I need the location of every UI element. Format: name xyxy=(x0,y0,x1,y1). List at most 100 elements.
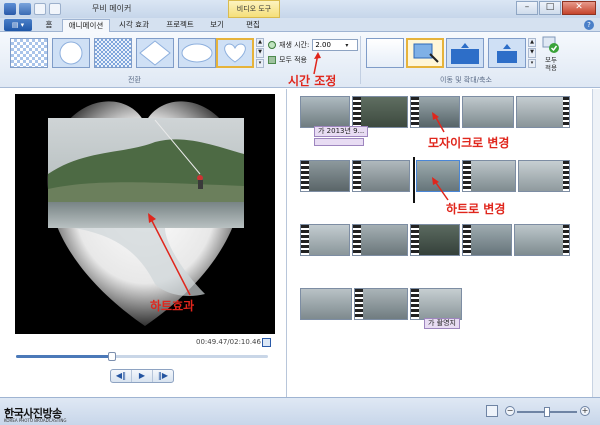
video-tools-context-tab: 비디오 도구 xyxy=(228,0,280,18)
storyboard-clip[interactable] xyxy=(514,224,570,256)
heart-shape-icon xyxy=(218,40,252,66)
minimize-button[interactable]: – xyxy=(516,1,538,15)
tab-view[interactable]: 보기 xyxy=(204,19,230,32)
film-sprocket xyxy=(353,97,361,127)
zoom-out-button[interactable]: − xyxy=(505,406,515,416)
close-button[interactable]: ✕ xyxy=(562,1,596,15)
window-controls: – □ ✕ xyxy=(516,1,596,15)
apply-all-icon xyxy=(268,56,276,64)
chevron-down-icon[interactable]: ▾ xyxy=(345,42,348,49)
storyboard-clip[interactable] xyxy=(352,160,410,192)
film-sprocket xyxy=(563,161,569,191)
transition-mosaic[interactable] xyxy=(94,38,132,68)
tab-project[interactable]: 프로젝트 xyxy=(158,19,202,32)
preview-pane: 하트효과 00:49.47/02:10.46 ◀‖ ▶ ‖▶ xyxy=(0,89,287,397)
clock-icon xyxy=(268,41,276,49)
film-sprocket xyxy=(301,161,309,191)
pan-zoom-none[interactable] xyxy=(366,38,404,68)
seek-bar-handle[interactable] xyxy=(107,352,116,361)
transition-checker[interactable] xyxy=(10,38,48,68)
film-sprocket xyxy=(411,97,419,127)
previous-frame-icon[interactable]: ◀‖ xyxy=(111,370,132,382)
circle-shape-icon xyxy=(53,39,89,67)
storyboard-clip[interactable] xyxy=(462,160,516,192)
dropdown-icon[interactable] xyxy=(64,3,72,15)
window-title: 무비 메이커 xyxy=(92,4,132,13)
storyboard-caption-2[interactable]: 가 촬영지 xyxy=(424,318,460,329)
pan-zoom-up[interactable] xyxy=(446,38,484,68)
redo-icon[interactable] xyxy=(49,3,61,15)
file-menu-button[interactable]: ▤ ▾ xyxy=(4,19,32,31)
transitions-gallery-scroll[interactable]: ▲ ▼ ▾ xyxy=(256,38,264,68)
storyboard-clip[interactable] xyxy=(300,224,350,256)
storyboard-view-icon[interactable] xyxy=(486,405,498,417)
ribbon-tabs: ▤ ▾ 홈 애니메이션 시각 효과 프로젝트 보기 편집 ? xyxy=(0,18,600,32)
next-frame-icon[interactable]: ‖▶ xyxy=(153,370,173,382)
play-icon[interactable]: ▶ xyxy=(132,370,153,382)
storyboard-clip[interactable] xyxy=(300,96,350,128)
film-sprocket xyxy=(463,161,471,191)
storyboard-clip[interactable] xyxy=(462,96,514,128)
seek-bar[interactable] xyxy=(16,352,268,361)
storyboard-clip[interactable] xyxy=(410,224,460,256)
annotation-arrow-heart-change xyxy=(432,177,449,201)
storyboard-caption-1[interactable]: 가 2013년 9... xyxy=(314,126,369,137)
save-icon[interactable] xyxy=(19,3,31,15)
zoom-slider-handle[interactable] xyxy=(544,407,550,417)
storyboard-scrollbar[interactable] xyxy=(592,89,600,397)
film-sprocket xyxy=(563,97,569,127)
storyboard-clip[interactable] xyxy=(354,288,408,320)
annotation-arrow-duration xyxy=(313,52,321,75)
storyboard-clip[interactable] xyxy=(518,160,570,192)
playback-controls: ◀‖ ▶ ‖▶ xyxy=(110,369,174,383)
tab-animations[interactable]: 애니메이션 xyxy=(62,19,110,32)
pan-zoom-group-label: 이동 및 확대/축소 xyxy=(440,76,492,84)
storyboard-clip[interactable] xyxy=(516,96,570,128)
apply-all-check-icon xyxy=(542,36,559,53)
transition-diamond[interactable] xyxy=(136,38,174,68)
tab-home[interactable]: 홈 xyxy=(36,19,62,32)
storyboard-clip[interactable] xyxy=(352,96,408,128)
group-divider xyxy=(360,36,361,84)
storyboard-clip[interactable] xyxy=(300,288,352,320)
zoom-slider[interactable] xyxy=(517,407,577,417)
film-sprocket xyxy=(411,225,419,255)
title-bar: 무비 메이커 비디오 도구 – □ ✕ xyxy=(0,0,600,18)
film-sprocket xyxy=(353,225,361,255)
movie-maker-window: 무비 메이커 비디오 도구 – □ ✕ ▤ ▾ 홈 애니메이션 시각 효과 프로… xyxy=(0,0,600,425)
help-icon[interactable]: ? xyxy=(584,20,594,30)
apply-all-pan-zoom-button[interactable]: 모두 적용 xyxy=(540,36,562,72)
time-readout: 00:49.47/02:10.46 xyxy=(196,338,261,346)
storyboard-clip[interactable] xyxy=(462,224,512,256)
pan-zoom-cursor-icon xyxy=(408,40,442,66)
annotation-heart-change: 하트로 변경 xyxy=(446,202,506,216)
fullscreen-icon[interactable] xyxy=(262,338,271,347)
film-sprocket xyxy=(411,289,419,319)
zoom-in-button[interactable]: + xyxy=(580,406,590,416)
storyboard-clip[interactable] xyxy=(352,224,408,256)
playhead-cursor[interactable] xyxy=(413,157,415,203)
film-sprocket xyxy=(353,161,361,191)
oval-shape-icon xyxy=(179,39,215,67)
transition-heart[interactable] xyxy=(216,38,254,68)
tab-visual-effects[interactable]: 시각 효과 xyxy=(112,19,156,32)
transition-circle[interactable] xyxy=(52,38,90,68)
apply-all-line1: 모두 xyxy=(545,56,557,64)
storyboard-clip[interactable] xyxy=(300,160,350,192)
watermark-subtitle: KOREA PHOTO BROADCASTING xyxy=(4,418,67,423)
pan-zoom-up-small[interactable] xyxy=(488,38,526,68)
film-sprocket xyxy=(563,225,569,255)
pan-up-small-icon xyxy=(489,39,525,67)
app-menu-icon[interactable] xyxy=(4,3,16,15)
annotation-arrow-heart-effect xyxy=(148,213,191,296)
film-sprocket xyxy=(355,289,363,319)
tab-edit[interactable]: 편집 xyxy=(236,19,270,32)
quick-access-toolbar xyxy=(4,3,72,15)
apply-all-line2: 적용 xyxy=(545,64,557,72)
pan-zoom-gallery-scroll[interactable]: ▲ ▼ ▾ xyxy=(528,38,536,68)
storyboard-clip[interactable] xyxy=(410,288,462,320)
undo-icon[interactable] xyxy=(34,3,46,15)
transition-oval[interactable] xyxy=(178,38,216,68)
pan-zoom-selected[interactable] xyxy=(406,38,444,68)
maximize-button[interactable]: □ xyxy=(539,1,561,15)
